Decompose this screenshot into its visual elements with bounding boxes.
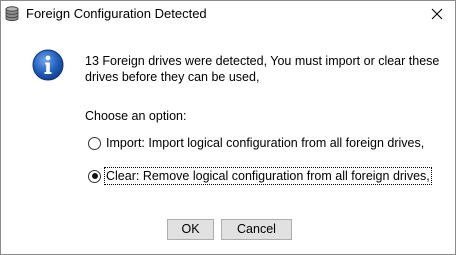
dialog-message: 13 Foreign drives were detected, You mus… <box>85 54 440 84</box>
import-option-label: Import: Import logical configuration fro… <box>106 136 425 150</box>
choose-option-label: Choose an option: <box>85 109 187 123</box>
import-radio[interactable] <box>88 136 101 150</box>
ok-button[interactable]: OK <box>167 219 214 240</box>
foreign-config-dialog: Foreign Configuration Detected 13 Foreig… <box>0 0 456 255</box>
database-icon <box>5 6 19 22</box>
import-option[interactable]: Import: Import logical configuration fro… <box>88 134 425 152</box>
clear-option-label: Clear: Remove logical configuration from… <box>104 167 432 185</box>
title-bar[interactable]: Foreign Configuration Detected <box>1 1 455 27</box>
close-button[interactable] <box>419 1 455 27</box>
info-icon <box>32 49 64 81</box>
clear-option[interactable]: Clear: Remove logical configuration from… <box>88 167 432 185</box>
clear-radio[interactable] <box>88 169 101 183</box>
cancel-button[interactable]: Cancel <box>221 219 292 240</box>
close-icon <box>431 8 443 20</box>
window-title: Foreign Configuration Detected <box>26 6 207 21</box>
